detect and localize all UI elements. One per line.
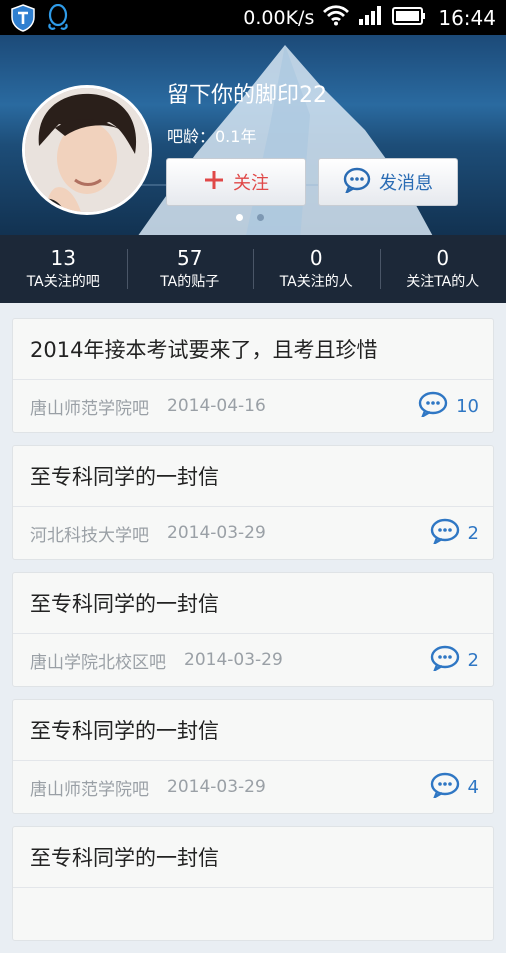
stat-label: TA关注的人 — [280, 272, 353, 292]
send-message-label: 发消息 — [379, 169, 433, 195]
comment-icon — [430, 518, 460, 549]
stat-posts[interactable]: 57 TA的贴子 — [127, 235, 254, 303]
stats-bar: 13 TA关注的吧 57 TA的贴子 0 TA关注的人 0 关注TA的人 — [0, 235, 506, 303]
stat-label: 关注TA的人 — [406, 272, 479, 292]
post-meta — [13, 888, 493, 940]
post-forum[interactable]: 河北科技大学吧 — [30, 521, 149, 546]
signal-icon — [358, 4, 384, 31]
post-title[interactable]: 至专科同学的一封信 — [13, 700, 493, 761]
shield-icon — [10, 4, 36, 36]
comment-icon — [418, 391, 448, 422]
post-meta: 河北科技大学吧 2014-03-29 2 — [13, 507, 493, 559]
stat-following[interactable]: 0 TA关注的人 — [253, 235, 380, 303]
comment-number: 2 — [468, 523, 479, 544]
post-date: 2014-03-29 — [184, 650, 283, 670]
comment-number: 4 — [468, 777, 479, 798]
comment-number: 10 — [456, 396, 479, 417]
stat-followed-forums[interactable]: 13 TA关注的吧 — [0, 235, 127, 303]
status-bar: 0.00K/s 16:44 — [0, 0, 506, 35]
battery-icon — [392, 6, 426, 30]
username: 留下你的脚印22 — [167, 77, 327, 109]
comment-icon — [430, 645, 460, 676]
post-card[interactable]: 至专科同学的一封信 — [12, 826, 494, 941]
stat-number: 0 — [310, 246, 323, 270]
stat-number: 0 — [436, 246, 449, 270]
post-meta: 唐山师范学院吧 2014-03-29 4 — [13, 761, 493, 813]
stat-label: TA关注的吧 — [27, 272, 100, 292]
post-title[interactable]: 至专科同学的一封信 — [13, 446, 493, 507]
follow-label: 关注 — [233, 169, 269, 195]
wifi-icon — [322, 4, 350, 31]
comment-icon — [430, 772, 460, 803]
account-age: 吧龄：0.1年 — [167, 123, 256, 147]
post-date: 2014-04-16 — [167, 396, 266, 416]
post-card[interactable]: 2014年接本考试要来了，且考且珍惜 唐山师范学院吧 2014-04-16 10 — [12, 318, 494, 433]
stat-number: 13 — [51, 246, 76, 270]
post-card[interactable]: 至专科同学的一封信 唐山师范学院吧 2014-03-29 4 — [12, 699, 494, 814]
post-card[interactable]: 至专科同学的一封信 唐山学院北校区吧 2014-03-29 2 — [12, 572, 494, 687]
comment-count[interactable]: 2 — [430, 645, 479, 676]
comment-count[interactable]: 4 — [430, 772, 479, 803]
comment-count[interactable]: 2 — [430, 518, 479, 549]
page-dot-2[interactable] — [257, 214, 264, 221]
post-title[interactable]: 至专科同学的一封信 — [13, 573, 493, 634]
send-message-button[interactable]: 发消息 — [318, 158, 458, 206]
post-date: 2014-03-29 — [167, 523, 266, 543]
clock: 16:44 — [438, 6, 496, 30]
net-speed: 0.00K/s — [243, 7, 314, 29]
stat-number: 57 — [177, 246, 202, 270]
stat-followers[interactable]: 0 关注TA的人 — [380, 235, 506, 303]
plus-icon — [203, 169, 225, 196]
post-card[interactable]: 至专科同学的一封信 河北科技大学吧 2014-03-29 2 — [12, 445, 494, 560]
post-forum[interactable]: 唐山师范学院吧 — [30, 775, 149, 800]
post-title[interactable]: 至专科同学的一封信 — [13, 827, 493, 888]
qq-penguin-icon — [46, 4, 70, 36]
page-dot-1[interactable] — [236, 214, 243, 221]
avatar[interactable] — [22, 85, 152, 215]
follow-button[interactable]: 关注 — [166, 158, 306, 206]
post-date: 2014-03-29 — [167, 777, 266, 797]
chat-bubble-icon — [343, 167, 371, 198]
post-forum[interactable]: 唐山学院北校区吧 — [30, 648, 166, 673]
comment-count[interactable]: 10 — [418, 391, 479, 422]
post-meta: 唐山学院北校区吧 2014-03-29 2 — [13, 634, 493, 686]
stat-label: TA的贴子 — [160, 272, 219, 292]
comment-number: 2 — [468, 650, 479, 671]
post-meta: 唐山师范学院吧 2014-04-16 10 — [13, 380, 493, 432]
profile-header: 留下你的脚印22 吧龄：0.1年 关注 发消息 — [0, 35, 506, 235]
post-title[interactable]: 2014年接本考试要来了，且考且珍惜 — [13, 319, 493, 380]
page-indicator — [236, 214, 264, 221]
post-forum[interactable]: 唐山师范学院吧 — [30, 394, 149, 419]
post-list: 2014年接本考试要来了，且考且珍惜 唐山师范学院吧 2014-04-16 10… — [12, 318, 494, 953]
